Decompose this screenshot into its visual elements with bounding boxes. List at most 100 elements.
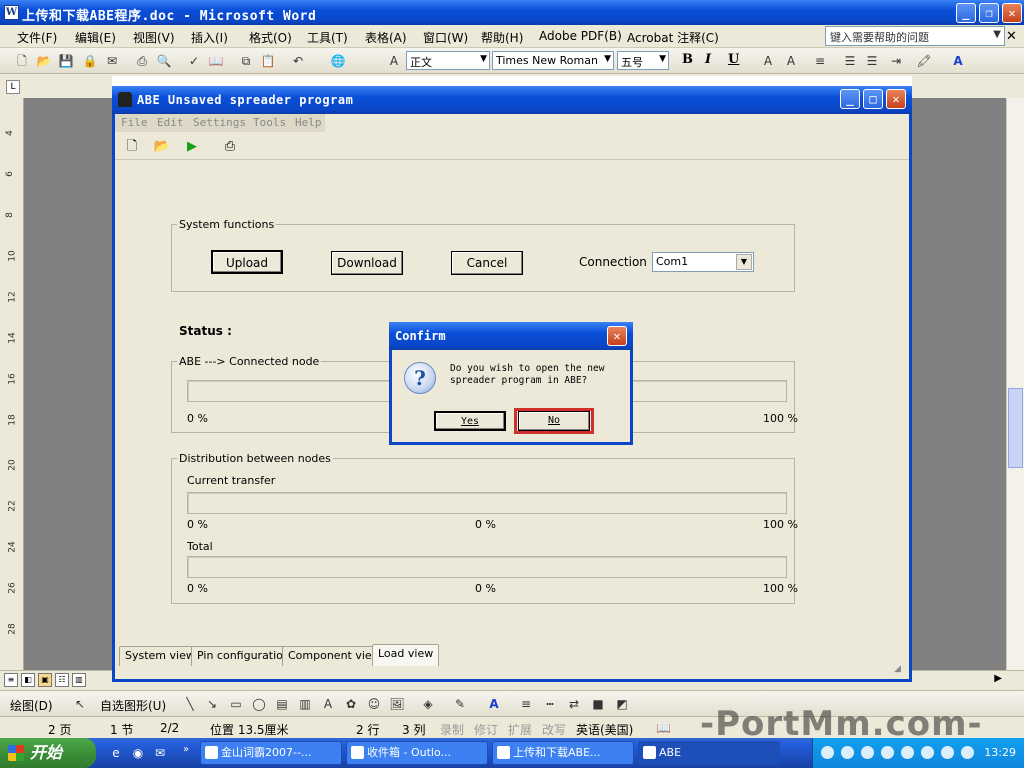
connection-select[interactable]: Com1 ▼ <box>652 252 754 272</box>
draw-menu[interactable]: 绘图(D) <box>10 697 53 714</box>
help-search-input[interactable]: 键入需要帮助的问题 ▼ <box>825 26 1005 46</box>
3d-icon[interactable]: ◩ <box>614 696 630 712</box>
close-document-icon[interactable]: ✕ <box>1006 29 1017 44</box>
dash-style-icon[interactable]: ┅ <box>542 696 558 712</box>
reading-view-icon[interactable]: ▥ <box>72 673 86 687</box>
textbox-icon[interactable]: ▤ <box>274 696 290 712</box>
task-kingsoft[interactable]: 金山词霸2007--... <box>200 741 342 765</box>
bullets-icon[interactable]: ☰ <box>864 53 880 69</box>
diagram-icon[interactable]: ✿ <box>343 696 359 712</box>
vertical-ruler[interactable]: 4 6 8 10 12 14 16 18 20 22 24 26 28 <box>0 98 24 670</box>
status-trk[interactable]: 修订 <box>474 721 498 738</box>
tab-pin-configuration[interactable]: Pin configuration <box>191 646 296 666</box>
confirm-title-bar[interactable]: Confirm ✕ <box>389 322 633 350</box>
menu-table[interactable]: 表格(A) <box>365 29 407 46</box>
line-icon[interactable]: ╲ <box>182 696 198 712</box>
download-button[interactable]: Download <box>331 251 403 275</box>
paste-icon[interactable]: 📋 <box>260 53 276 69</box>
normal-view-icon[interactable]: ≡ <box>4 673 18 687</box>
arrow-style-icon[interactable]: ⇄ <box>566 696 582 712</box>
menu-acrobat-comments[interactable]: Acrobat 注释(C) <box>627 29 719 46</box>
minimize-icon[interactable]: _ <box>840 89 860 109</box>
tray-icon[interactable] <box>961 746 974 759</box>
italic-icon[interactable]: I <box>705 52 711 67</box>
underline-icon[interactable]: U <box>728 52 739 67</box>
chevron-down-icon[interactable]: ▼ <box>736 254 752 270</box>
cancel-button[interactable]: Cancel <box>451 251 523 275</box>
quicklaunch-icon[interactable]: ◉ <box>130 745 146 761</box>
line-color-icon[interactable]: ✎ <box>452 696 468 712</box>
tab-stop-icon[interactable]: L <box>6 80 20 94</box>
spelling-status-icon[interactable]: 📖 <box>656 721 671 735</box>
select-arrow-icon[interactable]: ↖ <box>72 696 88 712</box>
oval-icon[interactable]: ◯ <box>251 696 267 712</box>
email-icon[interactable]: ✉ <box>104 53 120 69</box>
menu-tools[interactable]: 工具(T) <box>307 29 348 46</box>
style-select[interactable]: 正文 ▼ <box>406 51 490 70</box>
new-document-icon[interactable]: 🗋 <box>14 53 30 69</box>
tray-icon[interactable] <box>861 746 874 759</box>
shadow-icon[interactable]: ■ <box>590 696 606 712</box>
open-folder-icon[interactable]: 📂 <box>153 138 171 156</box>
font-select[interactable]: Times New Roman ▼ <box>492 51 614 70</box>
indent-icon[interactable]: ⇥ <box>888 53 904 69</box>
tray-icon[interactable] <box>821 746 834 759</box>
tray-icon[interactable] <box>941 746 954 759</box>
yes-button[interactable]: Yes <box>434 411 506 431</box>
menu-help[interactable]: 帮助(H) <box>481 29 523 46</box>
print-preview-icon[interactable]: 🔍 <box>156 53 172 69</box>
close-icon[interactable]: ✕ <box>1002 3 1022 23</box>
restore-icon[interactable]: ❐ <box>979 3 999 23</box>
scrollbar-thumb[interactable] <box>1008 388 1023 468</box>
tray-icon[interactable] <box>921 746 934 759</box>
clock[interactable]: 13:29 <box>984 746 1016 759</box>
tray-icon[interactable] <box>841 746 854 759</box>
menu-view[interactable]: 视图(V) <box>133 29 175 46</box>
numbering-icon[interactable]: ☰ <box>842 53 858 69</box>
abe-title-bar[interactable]: ABE Unsaved spreader program _ □ ✕ <box>112 86 912 114</box>
tab-load-view[interactable]: Load view <box>372 644 440 666</box>
menu-window[interactable]: 窗口(W) <box>423 29 468 46</box>
abe-menu-tools[interactable]: Tools <box>253 116 286 129</box>
menu-edit[interactable]: 编辑(E) <box>75 29 116 46</box>
undo-icon[interactable]: ↶ <box>290 53 306 69</box>
hyperlink-icon[interactable]: 🌐 <box>330 53 346 69</box>
open-folder-icon[interactable]: 📂 <box>36 53 52 69</box>
start-button[interactable]: 开始 <box>0 738 96 768</box>
spelling-icon[interactable]: ✓ <box>186 53 202 69</box>
abe-menu-file[interactable]: File <box>121 116 148 129</box>
upload-button[interactable]: Upload <box>211 250 283 274</box>
research-icon[interactable]: 📖 <box>208 53 224 69</box>
task-outlook[interactable]: 收件箱 - Outlo... <box>346 741 488 765</box>
chevron-down-icon[interactable]: ▼ <box>604 54 611 64</box>
chevron-down-icon[interactable]: ▼ <box>480 54 487 64</box>
abe-menu-settings[interactable]: Settings <box>193 116 246 129</box>
ie-icon[interactable]: e <box>108 745 124 761</box>
status-ovr[interactable]: 改写 <box>542 721 566 738</box>
menu-insert[interactable]: 插入(I) <box>191 29 228 46</box>
no-button[interactable]: No <box>518 411 590 431</box>
print-icon[interactable]: ⎙ <box>221 138 239 156</box>
minimize-icon[interactable]: _ <box>956 3 976 23</box>
vertical-scrollbar[interactable] <box>1006 98 1024 670</box>
tab-component-view[interactable]: Component view <box>282 646 387 666</box>
resize-grip-icon[interactable]: ◢ <box>894 664 906 676</box>
chevron-down-icon[interactable]: ▼ <box>659 54 666 64</box>
chevron-down-icon[interactable]: ▼ <box>993 29 1001 40</box>
menu-file[interactable]: 文件(F) <box>17 29 57 46</box>
wordart-icon[interactable]: A <box>320 696 336 712</box>
tray-icon[interactable] <box>901 746 914 759</box>
web-view-icon[interactable]: ◧ <box>21 673 35 687</box>
more-quicklaunch-icon[interactable]: » <box>178 742 194 758</box>
clipart-icon[interactable]: ☺ <box>366 696 382 712</box>
close-icon[interactable]: ✕ <box>886 89 906 109</box>
copy-icon[interactable]: ⧉ <box>238 53 254 69</box>
line-style-icon[interactable]: ≡ <box>518 696 534 712</box>
run-icon[interactable]: ▶ <box>183 138 201 156</box>
permission-icon[interactable]: 🔒 <box>82 53 98 69</box>
outline-view-icon[interactable]: ☷ <box>55 673 69 687</box>
highlight-icon[interactable]: 🖍 <box>916 53 932 69</box>
save-icon[interactable]: 💾 <box>58 53 74 69</box>
abe-menu-edit[interactable]: Edit <box>157 116 184 129</box>
picture-icon[interactable]: 🖼 <box>389 696 405 712</box>
